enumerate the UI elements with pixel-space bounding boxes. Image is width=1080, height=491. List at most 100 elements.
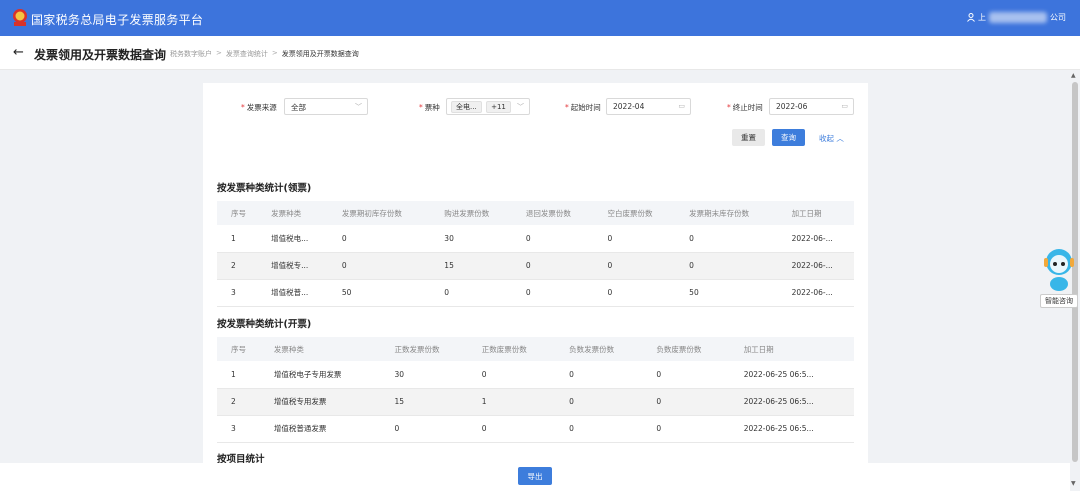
smart-consult-label[interactable]: 智能咨询 [1040,294,1078,308]
column-header: 发票期末库存份数 [675,201,778,225]
column-header: 加工日期 [777,201,854,225]
table-cell: 0 [380,415,468,443]
table-cell: 2022-06-... [777,279,854,307]
table-cell: 0 [430,279,512,307]
end-time-picker[interactable]: 2022-06 ▭ [769,98,854,115]
table-row: 2 增值税专用发票 15 1 0 0 2022-06-25 06:5... [217,388,854,416]
table-cell: 30 [380,361,468,389]
table-cell: 增值税专... [257,252,328,280]
end-time-label: * 终止时间 [727,103,763,112]
breadcrumb-item[interactable]: 税务数字账户 [170,49,212,59]
start-time-value: 2022-04 [613,102,645,111]
issued-stats-table: 序号 发票种类 发票期初库存份数 购进发票份数 退回发票份数 空白废票份数 发票… [217,201,854,307]
table-header-row: 序号 发票种类 正数发票份数 正数废票份数 负数发票份数 负数废票份数 加工日期 [217,337,854,361]
table-cell: 0 [593,252,676,280]
table-cell: 15 [380,388,468,416]
table-cell: 增值税电子专用发票 [259,361,381,389]
column-header: 发票种类 [259,337,381,361]
collapse-link[interactable]: 收起 ︿ [819,133,844,144]
column-header: 退回发票份数 [511,201,594,225]
table-cell: 0 [593,279,676,307]
table-cell: 0 [642,415,730,443]
query-card: * 发票来源 全部 ﹀ * 票种 全电... +11 ﹀ * 起始时间 2022-04… [203,83,868,463]
breadcrumb: 税务数字账户 > 发票查询统计 > 发票领用及开票数据查询 [170,49,359,59]
table-cell: 2022-06-25 06:5... [729,361,854,389]
table-cell: 0 [675,252,778,280]
top-navbar: 国家税务总局电子发票服务平台 上 公司 [0,0,1080,36]
table-cell: 2022-06-... [777,252,854,280]
invoice-source-value: 全部 [291,103,306,112]
chevron-down-icon: ﹀ [517,103,524,111]
table-cell: 2022-06-25 06:5... [729,415,854,443]
user-icon [967,13,975,22]
table-cell: 2022-06-25 06:5... [729,388,854,416]
column-header: 购进发票份数 [430,201,512,225]
section-title-by-item: 按项目统计 [217,454,265,463]
table-cell: 50 [675,279,778,307]
table-cell: 0 [511,279,594,307]
export-button[interactable]: 导出 [518,467,552,485]
section-title-invoiced: 按发票种类统计(开票) [217,319,312,330]
column-header: 发票种类 [257,201,328,225]
table-cell: 0 [511,225,594,253]
invoice-source-select[interactable]: 全部 ﹀ [284,98,368,115]
breadcrumb-separator: > [271,49,278,57]
column-header: 正数发票份数 [380,337,468,361]
table-cell: 1 [467,388,556,416]
table-cell: 0 [327,252,431,280]
table-row: 3 增值税普... 50 0 0 0 50 2022-06-... [217,279,854,307]
column-header: 负数废票份数 [642,337,730,361]
calendar-icon: ▭ [678,102,685,110]
table-cell: 0 [555,361,643,389]
user-name-prefix: 上 [978,13,986,22]
table-row: 3 增值税普通发票 0 0 0 0 2022-06-25 06:5... [217,415,854,443]
start-time-label: * 起始时间 [565,103,601,112]
table-cell: 15 [430,252,512,280]
table-cell: 增值税普通发票 [259,415,381,443]
table-row: 2 增值税专... 0 15 0 0 0 2022-06-... [217,252,854,280]
table-cell: 3 [217,279,258,307]
user-name-suffix: 公司 [1050,13,1066,22]
invoice-type-select[interactable]: 全电... +11 ﹀ [446,98,530,115]
chevron-down-icon: ﹀ [355,103,362,111]
table-cell: 0 [327,225,431,253]
start-time-picker[interactable]: 2022-04 ▭ [606,98,691,115]
table-cell: 增值税专用发票 [259,388,381,416]
table-cell: 0 [467,361,556,389]
table-row: 1 增值税电子专用发票 30 0 0 0 2022-06-25 06:5... [217,361,854,389]
column-header: 正数废票份数 [467,337,556,361]
scroll-down-arrow-icon[interactable]: ▼ [1071,480,1076,487]
table-cell: 2 [217,252,258,280]
page-header: ← 发票领用及开票数据查询 税务数字账户 > 发票查询统计 > 发票领用及开票数… [0,36,1080,70]
table-cell: 0 [642,361,730,389]
app-title: 国家税务总局电子发票服务平台 [31,13,204,27]
user-menu[interactable]: 上 公司 [967,12,1066,23]
calendar-icon: ▭ [841,102,848,110]
column-header: 负数发票份数 [555,337,643,361]
tax-emblem-icon [13,9,27,26]
table-cell: 2 [217,388,260,416]
column-header: 序号 [217,201,258,225]
table-cell: 0 [642,388,730,416]
table-cell: 50 [327,279,431,307]
reset-button[interactable]: 重置 [732,129,765,146]
table-cell: 0 [675,225,778,253]
table-cell: 0 [511,252,594,280]
section-title-issued: 按发票种类统计(领票) [217,183,312,194]
scroll-up-arrow-icon[interactable]: ▲ [1071,72,1076,79]
table-cell: 2022-06-... [777,225,854,253]
back-arrow-icon[interactable]: ← [13,45,24,60]
table-row: 1 增值税电... 0 30 0 0 0 2022-06-... [217,225,854,253]
table-cell: 30 [430,225,512,253]
breadcrumb-current: 发票领用及开票数据查询 [281,50,359,58]
table-cell: 0 [467,415,556,443]
query-button[interactable]: 查询 [772,129,805,146]
table-cell: 增值税电... [257,225,328,253]
breadcrumb-item[interactable]: 发票查询统计 [226,49,268,59]
invoice-source-label: * 发票来源 [241,103,277,112]
table-cell: 0 [593,225,676,253]
column-header: 空白废票份数 [593,201,676,225]
column-header: 发票期初库存份数 [327,201,431,225]
table-cell: 增值税普... [257,279,328,307]
page-title: 发票领用及开票数据查询 [34,48,167,62]
